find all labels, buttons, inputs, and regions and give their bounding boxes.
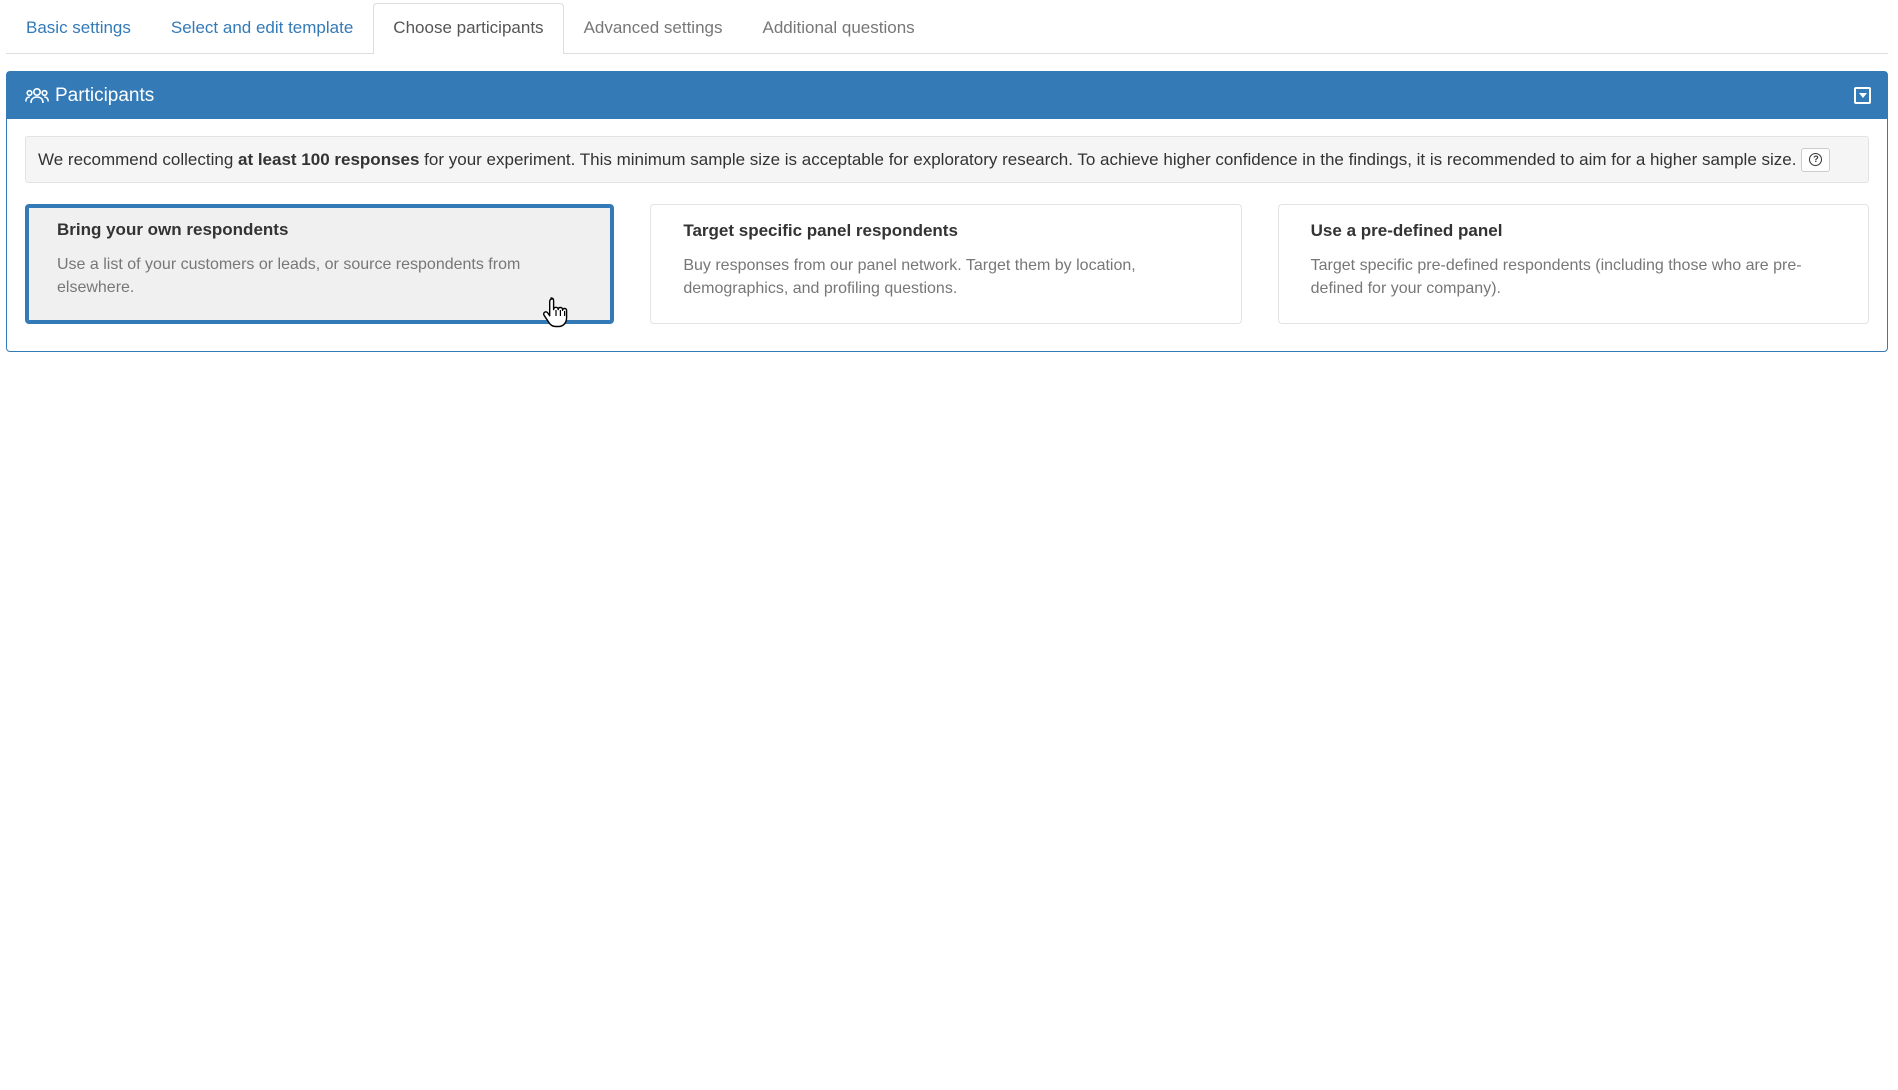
tab-advanced-settings[interactable]: Advanced settings: [564, 3, 743, 53]
option-bring-your-own-respondents[interactable]: Bring your own respondents Use a list of…: [25, 204, 615, 324]
option-title: Target specific panel respondents: [683, 221, 958, 240]
option-description: Use a list of your customers or leads, o…: [57, 256, 521, 296]
users-icon: [25, 87, 49, 103]
question-circle-icon: ?: [1809, 153, 1823, 166]
panel-heading: Participants: [7, 72, 1887, 119]
participants-panel: Participants We recommend collecting at …: [6, 71, 1888, 352]
option-use-a-pre-defined-panel[interactable]: Use a pre-defined panel Target specific …: [1277, 204, 1869, 324]
page: Basic settings Select and edit template …: [0, 0, 1898, 1090]
help-button[interactable]: ?: [1801, 147, 1831, 172]
notice-suffix: for your experiment. This minimum sample…: [419, 149, 1797, 169]
notice-prefix: We recommend collecting: [38, 149, 238, 169]
tab-basic-settings[interactable]: Basic settings: [6, 3, 151, 53]
tab-bar: Basic settings Select and edit template …: [6, 3, 1888, 54]
sample-size-notice: We recommend collecting at least 100 res…: [25, 136, 1869, 183]
collapse-icon[interactable]: [1854, 87, 1871, 104]
option-target-specific-panel-respondents[interactable]: Target specific panel respondents Buy re…: [650, 204, 1242, 324]
tab-select-and-edit-template[interactable]: Select and edit template: [151, 3, 373, 53]
tab-additional-questions[interactable]: Additional questions: [742, 3, 934, 53]
option-title: Bring your own respondents: [57, 220, 289, 239]
tab-choose-participants[interactable]: Choose participants: [373, 3, 564, 54]
option-title: Use a pre-defined panel: [1310, 221, 1503, 240]
notice-bold: at least 100 responses: [238, 149, 420, 169]
panel-title: Participants: [55, 84, 155, 106]
option-description: Target specific pre-defined respondents …: [1310, 257, 1802, 297]
option-description: Buy responses from our panel network. Ta…: [683, 257, 1136, 297]
participant-options: Bring your own respondents Use a list of…: [25, 204, 1869, 324]
panel-body: We recommend collecting at least 100 res…: [7, 119, 1887, 341]
